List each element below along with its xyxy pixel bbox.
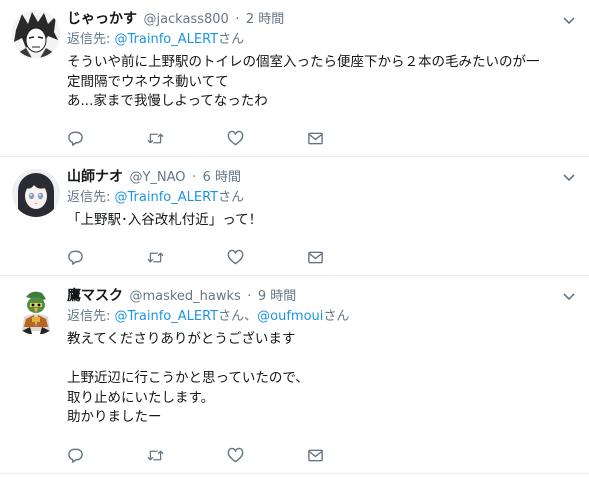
- reply-icon: [68, 131, 83, 146]
- retweet-button[interactable]: [147, 128, 227, 148]
- chevron-down-icon[interactable]: [561, 288, 577, 304]
- like-icon: [227, 130, 244, 145]
- fullname[interactable]: 山師ナオ: [67, 169, 123, 185]
- fullname[interactable]: じゃっかす: [67, 11, 137, 27]
- dm-icon: [308, 132, 323, 144]
- reply-button[interactable]: [67, 128, 147, 148]
- reply-prefix: 返信先:: [67, 32, 115, 47]
- retweet-icon: [147, 133, 164, 143]
- avatar[interactable]: [12, 287, 60, 335]
- dm-icon: [308, 449, 323, 461]
- dm-button[interactable]: [307, 445, 387, 465]
- reply-suffix: さん: [218, 32, 245, 47]
- like-button[interactable]: [227, 445, 307, 465]
- tweet-text: そういや前に上野駅のトイレの個室入ったら便座下から２本の毛みたいのが一 定間隔で…: [67, 54, 540, 109]
- hawk-mascot-avatar-icon: [12, 287, 60, 335]
- reply-context: 返信先: @Trainfo_ALERTさん: [67, 187, 577, 209]
- tweet-header: 鷹マスク @masked_hawks · 9 時間: [67, 286, 577, 306]
- like-icon: [227, 447, 244, 462]
- retweet-icon: [147, 252, 164, 262]
- tweet-header: 山師ナオ @Y_NAO · 6 時間: [67, 167, 577, 187]
- like-icon: [227, 249, 244, 264]
- tweet[interactable]: 山師ナオ @Y_NAO · 6 時間 返信先: @Trainfo_ALERTさん…: [0, 157, 589, 276]
- fullname[interactable]: 鷹マスク: [67, 288, 123, 304]
- tweet-text: 教えてくださりありがとうございます 上野近辺に行こうかと思っていたので、 取り止…: [67, 331, 309, 425]
- username[interactable]: @jackass800: [143, 12, 228, 27]
- timestamp[interactable]: 9 時間: [258, 289, 296, 304]
- reply-suffix: さん: [218, 190, 245, 205]
- tweet[interactable]: じゃっかす @jackass800 · 2 時間 返信先: @Trainfo_A…: [0, 0, 589, 157]
- tweet-text: 「上野駅･入谷改札付近」って！: [67, 212, 263, 228]
- reply-context: 返信先: @Trainfo_ALERTさん: [67, 29, 577, 51]
- reply-mention-link[interactable]: @Trainfo_ALERT: [115, 309, 219, 324]
- separator-dot: ·: [235, 12, 240, 27]
- reply-icon: [68, 448, 83, 463]
- dm-button[interactable]: [307, 128, 387, 148]
- tweet-actions: [67, 247, 387, 267]
- timestamp[interactable]: 6 時間: [203, 170, 241, 185]
- dm-button[interactable]: [307, 247, 387, 267]
- like-button[interactable]: [227, 247, 307, 267]
- chevron-down-icon[interactable]: [561, 12, 577, 28]
- reply-mention-link-2[interactable]: @oufmoui: [257, 309, 323, 324]
- separator-dot: ·: [191, 170, 197, 185]
- retweet-icon: [147, 450, 164, 460]
- timestamp[interactable]: 2 時間: [246, 12, 284, 27]
- reply-button[interactable]: [67, 247, 147, 267]
- chevron-down-icon[interactable]: [561, 169, 577, 185]
- tweet[interactable]: 鷹マスク @masked_hawks · 9 時間 返信先: @Trainfo_…: [0, 276, 589, 474]
- anime-girl-avatar-icon: [12, 169, 60, 217]
- tweet-actions: [67, 128, 387, 148]
- reply-mention-link[interactable]: @Trainfo_ALERT: [115, 190, 219, 205]
- tweet-feed: じゃっかす @jackass800 · 2 時間 返信先: @Trainfo_A…: [0, 0, 589, 474]
- reply-suffix: さん: [323, 309, 350, 324]
- reply-mention-link[interactable]: @Trainfo_ALERT: [115, 32, 219, 47]
- retweet-button[interactable]: [147, 445, 227, 465]
- retweet-button[interactable]: [147, 247, 227, 267]
- like-button[interactable]: [227, 128, 307, 148]
- reply-icon: [68, 250, 83, 265]
- username[interactable]: @Y_NAO: [129, 170, 185, 185]
- reply-prefix: 返信先:: [67, 309, 115, 324]
- reply-button[interactable]: [67, 445, 147, 465]
- avatar[interactable]: [12, 169, 60, 217]
- reply-mid: さん、: [218, 309, 258, 324]
- username[interactable]: @masked_hawks: [129, 289, 240, 304]
- manga-character-avatar-icon: [12, 10, 60, 58]
- dm-icon: [308, 251, 323, 263]
- reply-prefix: 返信先:: [67, 190, 115, 205]
- tweet-header: じゃっかす @jackass800 · 2 時間: [67, 9, 577, 29]
- separator-dot: ·: [247, 289, 252, 304]
- avatar[interactable]: [12, 10, 60, 58]
- tweet-actions: [67, 445, 387, 465]
- reply-context: 返信先: @Trainfo_ALERTさん、@oufmouiさん: [67, 306, 577, 328]
